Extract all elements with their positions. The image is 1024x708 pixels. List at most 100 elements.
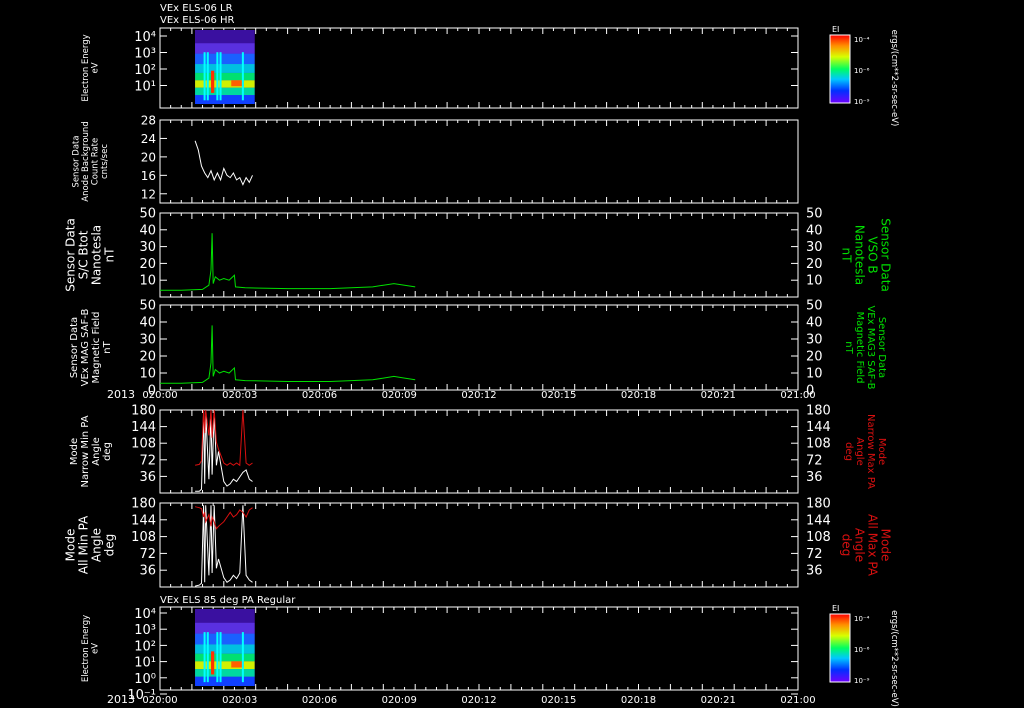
colorbar-units-p7: ergs/(cm**2-sr-sec-eV) [889,610,899,707]
panel-frame [159,409,799,494]
y-tick-label-right: 50 [806,207,823,222]
panel-p1: 10⁴ 10³10² 10¹ EI 10⁻⁴ 10⁻⁶ 10⁻⁹ [134,25,870,109]
spectrogram-band [195,609,255,623]
spectrogram-streak [203,632,206,683]
time-tick-label: 020:18 [621,390,656,401]
time-tick-label: 020:12 [461,695,496,706]
colorbar-label: EI [832,604,839,613]
y-tick-label: 180 [131,497,156,512]
time-tick-label: 021:00 [780,695,815,706]
y-label-p3-line: Sensor Data [64,218,78,292]
y-tick-label-right: 40 [806,316,823,331]
y-tick-label: 108 [131,530,156,545]
time-tick-label: 020:21 [701,390,736,401]
spectrogram-hotspot [211,651,215,675]
time-tick-label: 020:03 [222,695,257,706]
time-tick-label: 020:00 [142,695,177,706]
y-tick-label-right: 40 [806,223,823,238]
y-tick-label: 10¹ [134,656,156,671]
y-label-p5-line: deg [102,442,113,461]
y-label-p3-line: Nanotesla [90,225,104,285]
y-label-p3: Sensor Data S/C Btot Nanotesla nT [64,218,117,292]
y-label-right-p3-line: Sensor Data [878,218,892,292]
y-label-p4-line: nT [102,340,113,353]
time-tick-label: 020:21 [701,695,736,706]
y-tick-label: 20 [139,257,156,272]
y-tick-label-right: 72 [806,547,823,562]
colorbar-units-p1: ergs/(cm**2-sr-sec-eV) [889,30,899,127]
spectrogram-streak [206,52,209,101]
y-label-right-p5-line: Mode [876,438,887,465]
y-tick-label: 10³ [134,623,156,638]
time-tick-label: 020:15 [541,695,576,706]
y-tick-label-right: 20 [806,257,823,272]
time-tick-label: 020:09 [382,390,417,401]
y-tick-label-right: 36 [806,564,823,579]
y-tick-label-right: 20 [806,350,823,365]
time-tick-label: 020:09 [382,695,417,706]
y-label-p3-line: nT [103,247,117,263]
y-label-right-p4-line: nT [843,341,854,354]
y-label-p2-line: Sensor Data [72,135,82,187]
y-tick-label: 28 [141,114,156,128]
y-tick-label-right: 50 [806,299,823,314]
y-label-right-p4-line: VEx MAG3 SAF-B [865,305,876,389]
time-tick-label: 020:12 [461,390,496,401]
y-label-right-p6-line: deg [839,534,853,557]
panel-p7: 10⁴10³10²10¹10⁰10⁻¹EI10⁻⁴10⁻⁶10⁻⁹VEx ELS… [127,595,869,703]
panel-frame [159,502,799,588]
year-label: 2013 [107,693,135,706]
y-tick-label: 10³ [134,47,156,62]
panel-p4: 0 010 1020 2030 3040 4050 50 [139,299,822,399]
y-tick-label: 108 [131,437,156,452]
y-tick-label-right: 144 [806,420,831,435]
y-tick-label-right: 30 [806,333,823,348]
spectrogram-band [195,622,255,634]
y-tick-label: 10⁰ [134,672,156,687]
y-label-p6-line: All Min PA [77,515,91,574]
spectrogram-band [195,30,255,44]
y-label-right-p3-line: Nanotesla [852,225,866,285]
chart-stage: VEx ELS-06 LR VEx ELS-06 HR 10⁴10³10²10¹… [64,3,899,707]
y-label-right-p4-line: Magnetic Field [854,311,865,383]
y-tick-label: 40 [139,316,156,331]
y-label-p7-line: eV [91,643,101,654]
y-tick-label: 10⁴ [134,607,156,622]
spectrogram-streak [241,52,244,101]
time-tick-label: 020:06 [302,390,337,401]
time-tick-label: 020:03 [222,390,257,401]
y-label-right-p5: ModeNarrow Max PAAngledeg [843,414,887,489]
colorbar-tick-label: 10⁻⁴ [854,36,870,44]
y-tick-label: 36 [139,470,156,485]
y-tick-label: 180 [131,404,156,419]
y-tick-label-right: 36 [806,470,823,485]
panel-p2: 12 16 20 24 28 [141,114,799,204]
time-tick-label: 021:00 [780,390,815,401]
y-label-right-p4-line: Sensor Data [876,317,887,378]
series-line-0 [160,233,416,291]
y-label-right-p6-line: Mode [878,529,892,562]
y-tick-label-right: 30 [806,240,823,255]
y-tick-label-right: 10 [806,367,823,382]
panel-p5: 36 3672 72108 108144 144180 180 [131,404,831,494]
spectrogram-streak [241,632,244,683]
y-label-p7-line: Electron Energy [81,615,91,682]
y-label-p4-line: VEx MAG SAF-B [80,309,91,387]
colorbar-tick-label: 10⁻⁴ [854,615,870,623]
y-tick-label: 36 [139,564,156,579]
header-line-2: VEx ELS-06 HR [160,15,235,26]
time-tick-label: 020:15 [541,390,576,401]
y-label-p6: Mode All Min PA Angle deg [64,515,117,574]
y-label-p4-line: Sensor Data [69,317,80,378]
y-label-right-p6-line: All Max PA [865,514,879,577]
y-tick-label: 10 [139,274,156,289]
colorbar [829,613,851,683]
y-label-p1-line: Electron Energy [81,34,91,101]
y-tick-label: 10⁴ [134,30,156,45]
y-label-p7: Electron Energy eV [81,615,101,682]
y-tick-label: 30 [139,333,156,348]
year-label: 2013 [107,388,135,401]
y-label-p2-line: Count Rate [91,138,101,185]
y-label-p2-line: cnts/sec [100,144,110,179]
colorbar-tick-label: 10⁻⁶ [854,646,870,654]
